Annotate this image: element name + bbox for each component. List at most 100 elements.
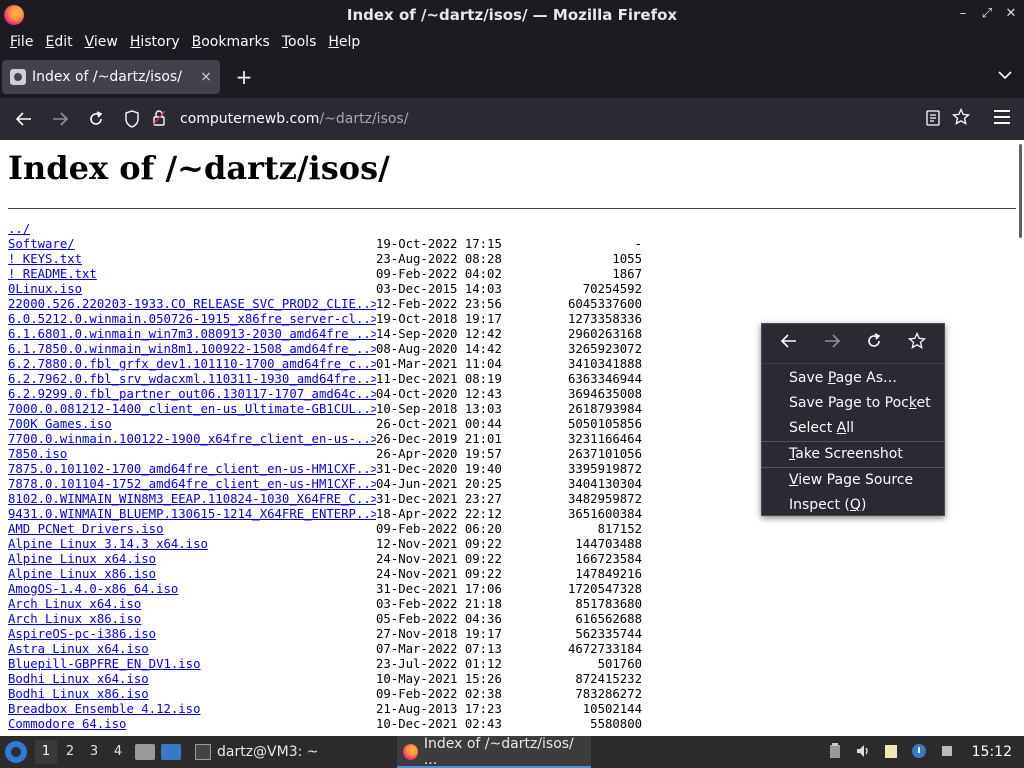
file-link[interactable]: ../ bbox=[8, 222, 376, 237]
file-link[interactable]: 6.2.7962.0.fbl_srv_wdacxml.110311-1930_a… bbox=[8, 372, 376, 387]
list-all-tabs-button[interactable] bbox=[998, 68, 1012, 84]
file-link[interactable]: 7875.0.101102-1700_amd64fre_client_en-us… bbox=[8, 462, 376, 477]
workspace-1[interactable]: 1 bbox=[35, 740, 57, 764]
page-scrollbar[interactable] bbox=[1016, 140, 1024, 736]
context-take-screenshot[interactable]: Take Screenshot bbox=[762, 442, 944, 467]
notification-icon[interactable] bbox=[910, 743, 928, 761]
tab-active[interactable]: Index of /~dartz/isos/ × bbox=[2, 60, 220, 94]
workspace-2[interactable]: 2 bbox=[59, 740, 81, 764]
menu-bookmarks[interactable]: Bookmarks bbox=[186, 34, 276, 50]
tracking-protection-shield-icon[interactable] bbox=[124, 110, 142, 128]
file-link[interactable]: 6.2.9299.0.fbl_partner_out06.130117-1707… bbox=[8, 387, 376, 402]
listing-row: Alpine Linux x64.iso 24-Nov-2021 09:22 166… bbox=[8, 552, 642, 567]
listing-row: 7000.0.081212-1400_client_en-us_Ultimate… bbox=[8, 402, 642, 417]
clipboard-icon[interactable] bbox=[826, 743, 844, 761]
file-link[interactable]: AMD PCNet Drivers.iso bbox=[8, 522, 376, 537]
file-size: 817152 bbox=[597, 522, 642, 536]
file-link[interactable]: 7000.0.081212-1400_client_en-us_Ultimate… bbox=[8, 402, 376, 417]
menu-view[interactable]: View bbox=[79, 34, 124, 50]
file-link[interactable]: Bodhi Linux x86.iso bbox=[8, 687, 376, 702]
maximize-button[interactable]: ⤢ bbox=[980, 6, 994, 21]
file-date: 01-Mar-2021 11:04 bbox=[376, 357, 502, 371]
file-link[interactable]: Bluepill-GBPFRE_EN_DV1.iso bbox=[8, 657, 376, 672]
bookmark-star-button[interactable] bbox=[951, 107, 971, 131]
file-date: 31-Dec-2021 23:27 bbox=[376, 492, 502, 506]
context-save-to-pocket[interactable]: Save Page to Pocket bbox=[762, 391, 944, 416]
file-link[interactable]: Arch Linux x64.iso bbox=[8, 597, 376, 612]
clock[interactable]: 15:12 bbox=[972, 744, 1012, 760]
file-link[interactable]: 6.1.6801.0.winmain_win7m3.080913-2030_am… bbox=[8, 327, 376, 342]
file-link[interactable]: 6.1.7850.0.winmain_win8m1.100922-1508_am… bbox=[8, 342, 376, 357]
file-link[interactable]: AmogOS-1.4.0-x86_64.iso bbox=[8, 582, 376, 597]
start-menu-icon[interactable] bbox=[5, 741, 27, 763]
file-size: 3410341888 bbox=[567, 357, 642, 371]
file-link[interactable]: 7850.iso bbox=[8, 447, 376, 462]
menu-history[interactable]: History bbox=[124, 34, 186, 50]
file-link[interactable]: AspireOS-pc-i386.iso bbox=[8, 627, 376, 642]
listing-row: 7875.0.101102-1700_amd64fre_client_en-us… bbox=[8, 462, 642, 477]
context-bookmark-button[interactable] bbox=[906, 331, 928, 355]
file-link[interactable]: 7878.0.101104-1752_amd64fre_client_en-us… bbox=[8, 477, 376, 492]
url-bar[interactable]: computernewb.com/~dartz/isos/ bbox=[116, 103, 984, 135]
file-link[interactable]: Arch Linux x86.iso bbox=[8, 612, 376, 627]
file-link[interactable]: Software/ bbox=[8, 237, 376, 252]
close-window-button[interactable]: ✕ bbox=[1004, 6, 1018, 21]
workspace-4[interactable]: 4 bbox=[107, 740, 129, 764]
scrollbar-thumb[interactable] bbox=[1019, 144, 1022, 238]
new-tab-button[interactable]: + bbox=[233, 66, 255, 88]
forward-button[interactable] bbox=[46, 105, 74, 133]
url-text[interactable]: computernewb.com/~dartz/isos/ bbox=[180, 111, 408, 127]
file-link[interactable]: 9431.0.WINMAIN_BLUEMP.130615-1214_X64FRE… bbox=[8, 507, 376, 522]
file-link[interactable]: Alpine Linux x64.iso bbox=[8, 552, 376, 567]
app-menu-button[interactable] bbox=[994, 110, 1010, 124]
file-link[interactable]: 6.0.5212.0.winmain.050726-1915_x86fre_se… bbox=[8, 312, 376, 327]
file-link[interactable]: 6.2.7880.0.fbl_grfx_dev1.101110-1700_amd… bbox=[8, 357, 376, 372]
file-date: 23-Jul-2022 01:12 bbox=[376, 657, 502, 671]
context-forward-button[interactable] bbox=[821, 333, 843, 354]
tab-title: Index of /~dartz/isos/ bbox=[32, 69, 182, 85]
context-view-page-source[interactable]: View Page Source bbox=[762, 468, 944, 493]
file-link[interactable]: 22000.526.220203-1933.CO_RELEASE_SVC_PRO… bbox=[8, 297, 376, 312]
reader-view-button[interactable] bbox=[926, 110, 940, 130]
task-firefox-label: Index of /~dartz/isos/ ... bbox=[423, 736, 574, 768]
file-link[interactable]: Breadbox Ensemble 4.12.iso bbox=[8, 702, 376, 717]
file-link[interactable]: Alpine Linux x86.iso bbox=[8, 567, 376, 582]
file-link[interactable]: 700K Games.iso bbox=[8, 417, 376, 432]
directory-listing: ../Software/19-Oct-2022 17:15-! KEYS.txt… bbox=[8, 222, 642, 732]
file-link[interactable]: 0Linux.iso bbox=[8, 282, 376, 297]
menu-help[interactable]: Help bbox=[322, 34, 366, 50]
context-inspect[interactable]: Inspect (Q) bbox=[762, 493, 944, 518]
menu-edit[interactable]: Edit bbox=[39, 34, 78, 50]
insecure-lock-icon[interactable] bbox=[152, 110, 170, 128]
volume-icon[interactable] bbox=[854, 743, 872, 761]
reload-button[interactable] bbox=[82, 105, 110, 133]
file-link[interactable]: 7700.0.winmain.100122-1900_x64fre_client… bbox=[8, 432, 376, 447]
file-link[interactable]: 8102.0.WINMAIN_WIN8M3_EEAP.110824-1030_X… bbox=[8, 492, 376, 507]
tab-close-button[interactable]: × bbox=[196, 69, 216, 85]
file-link[interactable]: Commodore 64.iso bbox=[8, 717, 376, 732]
menu-bar: File Edit View History Bookmarks Tools H… bbox=[0, 30, 1024, 54]
task-firefox[interactable]: Index of /~dartz/isos/ ... bbox=[396, 736, 591, 768]
file-manager-icon[interactable] bbox=[135, 744, 155, 760]
file-link[interactable]: ! KEYS.txt bbox=[8, 252, 376, 267]
reader-view-icon bbox=[926, 110, 940, 126]
task-terminal[interactable]: dartz@VM3: ~ bbox=[189, 736, 325, 768]
context-select-all[interactable]: Select All bbox=[762, 416, 944, 441]
context-save-page-as[interactable]: Save Page As… bbox=[762, 366, 944, 391]
show-desktop-icon[interactable] bbox=[161, 744, 181, 760]
file-link[interactable]: Alpine Linux 3.14.3 x64.iso bbox=[8, 537, 376, 552]
workspace-3[interactable]: 3 bbox=[83, 740, 105, 764]
file-link[interactable]: Bodhi Linux x64.iso bbox=[8, 672, 376, 687]
menu-tools[interactable]: Tools bbox=[276, 34, 323, 50]
context-reload-button[interactable] bbox=[863, 333, 885, 354]
file-link[interactable]: ! README.txt bbox=[8, 267, 376, 282]
file-date: 31-Dec-2020 19:40 bbox=[376, 462, 502, 476]
file-link[interactable]: Astra Linux x64.iso bbox=[8, 642, 376, 657]
star-icon bbox=[907, 331, 926, 349]
menu-file[interactable]: File bbox=[4, 34, 39, 50]
back-button[interactable] bbox=[10, 105, 38, 133]
minimize-button[interactable]: – bbox=[956, 6, 970, 21]
power-icon[interactable] bbox=[938, 743, 956, 761]
context-back-button[interactable] bbox=[778, 333, 800, 354]
notes-icon[interactable] bbox=[882, 743, 900, 761]
